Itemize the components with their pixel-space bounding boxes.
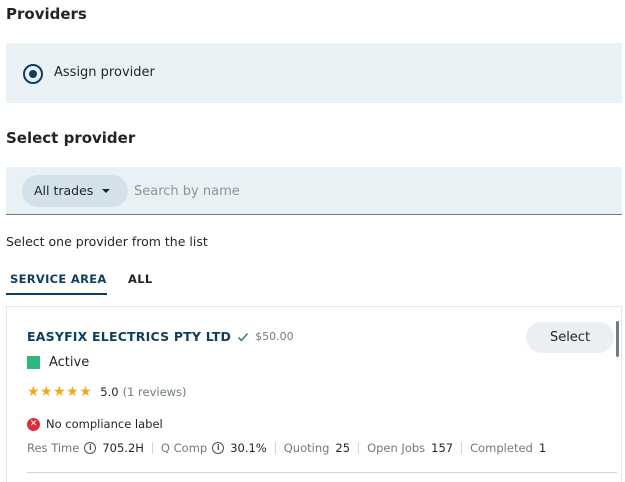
info-icon[interactable]: i <box>84 442 97 454</box>
rating-reviews-link[interactable]: (1 reviews) <box>123 385 187 399</box>
compliance-row: ✕ No compliance label <box>27 417 163 431</box>
assign-provider-label: Assign provider <box>54 65 155 80</box>
q-comp-label: Q Comp <box>160 441 208 455</box>
provider-name-row: EASYFIX ELECTRICS PTY LTD $50.00 <box>27 329 294 344</box>
active-tab-indicator <box>6 293 107 295</box>
rating-row: ★★★★★ 5.0 (1 reviews) <box>27 384 187 400</box>
compliance-label: No compliance label <box>46 417 163 431</box>
provider-price: $50.00 <box>255 330 294 343</box>
quoting-label: Quoting <box>283 441 330 455</box>
rating-value: 5.0 <box>100 385 119 399</box>
check-icon <box>238 332 249 342</box>
instruction-text: Select one provider from the list <box>6 234 208 249</box>
provider-name[interactable]: EASYFIX ELECTRICS PTY LTD <box>27 329 231 344</box>
status-indicator <box>27 356 40 369</box>
q-comp-value: 30.1% <box>230 441 267 455</box>
status-label: Active <box>49 355 90 370</box>
res-time-label: Res Time <box>27 441 80 455</box>
divider <box>358 442 360 454</box>
trades-dropdown-label: All trades <box>34 183 94 198</box>
search-bar: All trades <box>6 167 622 215</box>
info-icon[interactable]: i <box>212 442 225 454</box>
divider <box>151 442 153 454</box>
trades-dropdown[interactable]: All trades <box>22 175 128 207</box>
divider <box>461 442 463 454</box>
stats-row: Res Time i 705.2H Q Comp i 30.1% Quoting… <box>27 441 546 455</box>
tab-service-area[interactable]: SERVICE AREA <box>10 272 107 286</box>
search-input[interactable] <box>134 179 594 203</box>
tab-all[interactable]: ALL <box>128 272 152 286</box>
divider <box>274 442 276 454</box>
provider-card: EASYFIX ELECTRICS PTY LTD $50.00 Select … <box>27 307 617 473</box>
scrollbar-thumb[interactable] <box>616 321 619 357</box>
star-rating-icon: ★★★★★ <box>27 384 93 400</box>
error-icon: ✕ <box>27 417 40 431</box>
assign-provider-option[interactable]: Assign provider <box>6 43 622 103</box>
completed-label: Completed <box>470 441 533 455</box>
caret-down-icon <box>102 189 110 193</box>
quoting-value: 25 <box>335 441 351 455</box>
provider-list: EASYFIX ELECTRICS PTY LTD $50.00 Select … <box>6 306 622 482</box>
completed-value: 1 <box>538 441 547 455</box>
assign-provider-radio[interactable] <box>23 64 43 84</box>
radio-selected-dot <box>29 70 37 78</box>
res-time-value: 705.2H <box>102 441 144 455</box>
open-jobs-label: Open Jobs <box>367 441 426 455</box>
providers-heading: Providers <box>6 5 87 23</box>
status-row: Active <box>27 355 89 370</box>
open-jobs-value: 157 <box>431 441 454 455</box>
select-provider-button[interactable]: Select <box>526 322 614 353</box>
select-provider-heading: Select provider <box>6 129 136 147</box>
